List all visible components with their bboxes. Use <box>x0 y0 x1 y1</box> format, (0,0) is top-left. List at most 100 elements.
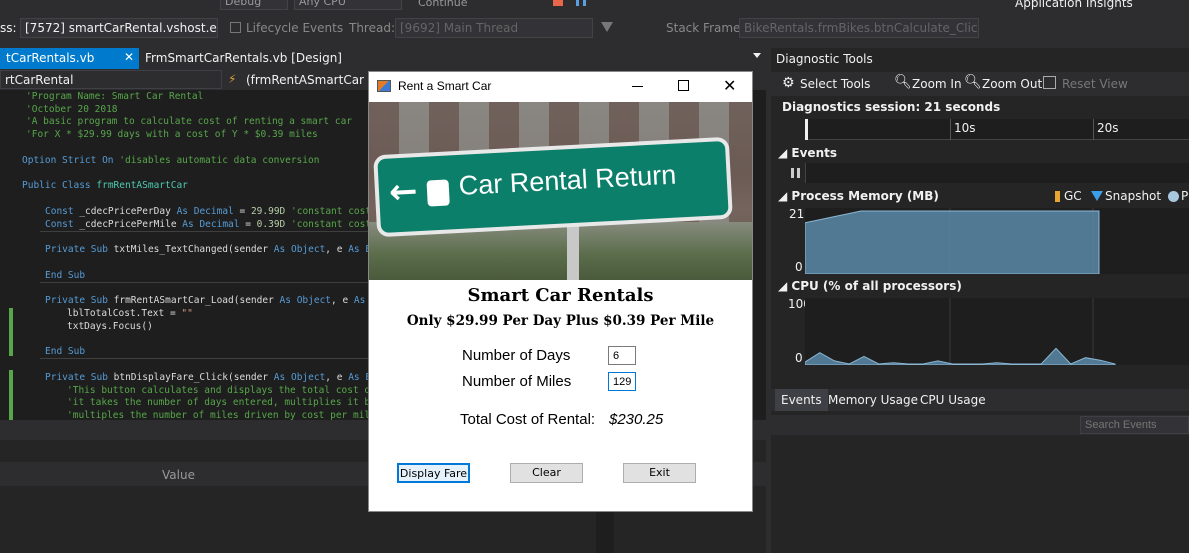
filter-icon[interactable] <box>601 22 613 32</box>
thread-dropdown[interactable]: [9692] Main Thread <box>395 18 593 38</box>
zoom-in-icon[interactable]: 🔍︎ <box>894 74 912 90</box>
zoom-in-button[interactable]: Zoom In <box>912 77 962 91</box>
miles-label: Number of Miles <box>462 373 572 390</box>
separator-line <box>40 358 370 359</box>
minimize-icon[interactable] <box>632 86 643 87</box>
code-line: End Sub <box>45 270 86 281</box>
event-icon: ⚡ <box>228 72 237 86</box>
days-input[interactable] <box>608 346 636 365</box>
cpu-section-header[interactable]: ◢ CPU (% of all processors) <box>778 279 962 293</box>
tab-memory-usage[interactable]: Memory Usage <box>828 393 918 407</box>
events-section-header[interactable]: ◢ Events <box>778 146 837 160</box>
diag-tabs: Events Memory Usage CPU Usage <box>771 389 1189 411</box>
ruler-tick <box>1093 119 1094 140</box>
zoom-out-button[interactable]: Zoom Out <box>982 77 1042 91</box>
car-icon <box>426 179 450 207</box>
sign-text: Car Rental Return <box>458 159 677 201</box>
exit-button[interactable]: Exit <box>623 463 696 483</box>
dialog-title: Rent a Smart Car <box>398 79 492 93</box>
close-icon[interactable]: ✕ <box>124 50 134 64</box>
code-line: 'multiples the number of miles driven by… <box>67 410 382 420</box>
code-line: End Sub <box>45 346 86 357</box>
tab-cpu-usage[interactable]: CPU Usage <box>920 393 986 407</box>
total-cost-value: $230.25 <box>609 411 664 428</box>
separator-line <box>40 282 370 283</box>
code-line: Private Sub frmRentASmartCar_Load(sender… <box>45 295 388 306</box>
search-events-input[interactable] <box>1080 416 1189 434</box>
stack-frame-dropdown[interactable]: BikeRentals.frmBikes.btnCalculate_Click <box>739 18 979 38</box>
code-line: Const _cdecPricePerMile As Decimal = 0.3… <box>45 219 389 230</box>
app-icon <box>377 80 391 92</box>
code-line: Private Sub btnDisplayFare_Click(sender … <box>45 372 388 383</box>
pause-icon[interactable] <box>791 168 800 178</box>
code-line: 'it takes the number of days entered, mu… <box>67 397 388 408</box>
session-label: Diagnostics session: 21 seconds <box>782 100 1001 114</box>
debug-toolbar: ss: [7572] smartCarRental.vshost.exe Lif… <box>0 16 1189 42</box>
chart-background <box>805 298 1189 365</box>
pause-icon[interactable] <box>576 0 586 6</box>
reset-view-icon[interactable] <box>1043 76 1056 89</box>
change-bar <box>9 370 13 420</box>
events-track[interactable] <box>805 163 1189 183</box>
gear-icon[interactable]: ⚙ <box>782 75 795 91</box>
private-bytes-icon <box>1168 191 1179 202</box>
process-dropdown[interactable]: [7572] smartCarRental.vshost.exe <box>20 18 218 38</box>
tab-events[interactable]: Events <box>775 389 828 411</box>
editor-tabs: tCarRentals.vb ✕ FrmSmartCarRentals.vb [… <box>0 48 766 69</box>
memory-max-label: 21 <box>789 207 805 221</box>
cpu-chart[interactable] <box>805 298 1189 365</box>
tab-designer[interactable]: FrmSmartCarRentals.vb [Design] <box>139 48 369 69</box>
config-dropdown[interactable]: Debug <box>220 0 288 10</box>
stop-icon[interactable] <box>553 0 563 6</box>
lifecycle-icon <box>230 22 241 33</box>
stack-frame-label: Stack Frame: <box>666 21 745 35</box>
tab-overflow-icon[interactable] <box>753 53 761 58</box>
memory-chart[interactable] <box>805 208 1189 274</box>
select-tools-button[interactable]: Select Tools <box>800 77 870 91</box>
code-line: 'For X * $29.99 days with a cost of Y * … <box>26 129 318 140</box>
zoom-out-icon[interactable]: 🔍︎ <box>964 74 982 90</box>
pricing-subheading: Only $29.99 Per Day Plus $0.39 Per Mile <box>406 313 715 329</box>
ruler-label-20s: 20s <box>1097 121 1119 135</box>
platform-dropdown[interactable]: Any CPU <box>294 0 402 10</box>
tab-label: tCarRentals.vb <box>6 51 95 65</box>
display-fare-button[interactable]: Display Fare <box>397 463 470 483</box>
memory-section-header[interactable]: ◢ Process Memory (MB) <box>778 189 939 203</box>
member-dropdown[interactable]: (frmRentASmartCar Ev <box>246 73 382 87</box>
memory-min-label: 0 <box>795 260 803 274</box>
maximize-icon[interactable] <box>678 80 689 91</box>
days-label: Number of Days <box>462 347 571 364</box>
reset-view-button[interactable]: Reset View <box>1062 77 1128 91</box>
events-label: Events <box>791 146 837 160</box>
code-line: 'October 20 2018 <box>26 104 118 115</box>
lifecycle-events-dropdown[interactable]: Lifecycle Events <box>246 21 343 35</box>
value-column-header[interactable]: Value <box>162 468 195 482</box>
process-label: ss: <box>0 21 17 35</box>
tab-smartcarrentals-vb[interactable]: tCarRentals.vb ✕ <box>0 48 139 69</box>
separator-line <box>40 231 370 232</box>
timeline-ruler[interactable]: 10s 20s <box>805 119 1189 140</box>
pr-legend: Pr <box>1181 189 1189 203</box>
class-dropdown[interactable]: rtCarRental <box>0 70 222 89</box>
timeline-cursor[interactable] <box>805 119 808 140</box>
total-cost-label: Total Cost of Rental: <box>460 411 596 428</box>
diag-title: Diagnostic Tools <box>776 52 873 66</box>
code-line: Const _cdecPricePerDay As Decimal = 29.9… <box>45 206 389 217</box>
code-line: 'A basic program to calculate cost of re… <box>26 116 353 127</box>
gc-legend: GC <box>1064 189 1082 203</box>
rent-smart-car-dialog: Rent a Smart Car ✕ ← Car Rental Return S… <box>368 71 753 512</box>
ruler-label-10s: 10s <box>954 121 976 135</box>
splitter[interactable] <box>596 510 614 553</box>
clear-button[interactable]: Clear <box>510 463 583 483</box>
gc-icon <box>1055 191 1060 202</box>
change-bar <box>9 308 13 356</box>
dialog-titlebar[interactable]: Rent a Smart Car ✕ <box>369 72 752 102</box>
code-line: Option Strict On 'disables automatic dat… <box>22 155 320 166</box>
cpu-label: CPU (% of all processors) <box>791 279 962 293</box>
snapshot-legend: Snapshot <box>1105 189 1162 203</box>
close-icon[interactable]: ✕ <box>723 76 736 95</box>
continue-button[interactable]: Continue <box>418 0 467 9</box>
miles-input[interactable] <box>608 372 636 391</box>
insights-button[interactable]: Application Insights <box>1015 0 1133 10</box>
sign-pole <box>567 222 579 280</box>
